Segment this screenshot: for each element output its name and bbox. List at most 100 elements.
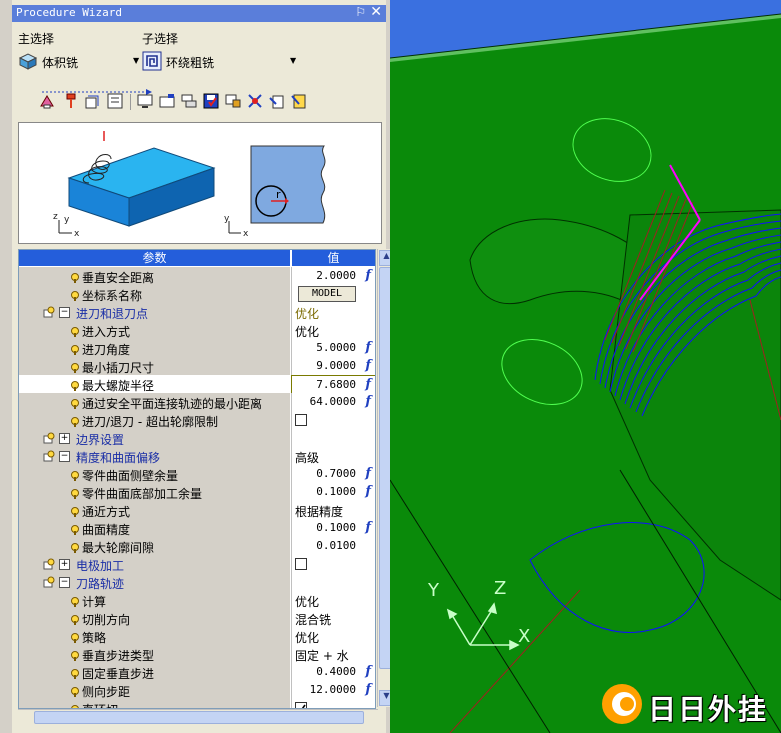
- param-cell[interactable]: 坐标系名称: [19, 285, 290, 304]
- param-value[interactable]: 0.0100: [316, 539, 356, 552]
- scissors-icon[interactable]: [290, 92, 308, 110]
- param-value[interactable]: 0.4000: [316, 665, 356, 678]
- param-cell[interactable]: 策略: [19, 627, 290, 646]
- value-cell[interactable]: 根据精度: [291, 501, 375, 520]
- param-cell[interactable]: 零件曲面侧壁余量: [19, 465, 290, 484]
- param-value[interactable]: 0.1000: [316, 521, 356, 534]
- value-cell[interactable]: 0.4000 f: [291, 663, 375, 682]
- param-column-header[interactable]: 参数: [19, 250, 290, 266]
- param-row[interactable]: 通过安全平面连接轨迹的最小距离 64.0000 f: [19, 393, 375, 412]
- checkbox[interactable]: [295, 702, 307, 708]
- group-row[interactable]: + 边界设置: [19, 429, 375, 448]
- param-cell[interactable]: 切削方向: [19, 609, 290, 628]
- pin-icon[interactable]: ⚐: [355, 5, 366, 19]
- param-row[interactable]: 曲面精度 0.1000 f: [19, 519, 375, 538]
- value-cell[interactable]: 高级: [291, 447, 375, 466]
- value-cell[interactable]: 0.7000 f: [291, 465, 375, 484]
- value-cell[interactable]: [291, 411, 375, 430]
- formula-icon[interactable]: f: [365, 377, 371, 392]
- tool-icon[interactable]: [38, 92, 56, 110]
- close-icon[interactable]: ✕: [370, 4, 382, 20]
- value-cell[interactable]: [291, 573, 375, 592]
- value-cell[interactable]: [291, 429, 375, 448]
- formula-icon[interactable]: f: [365, 268, 371, 283]
- param-cell[interactable]: − 刀路轨迹: [19, 573, 290, 592]
- param-cell[interactable]: 垂直安全距离: [19, 267, 290, 286]
- checkbox[interactable]: [295, 558, 307, 570]
- param-cell[interactable]: + 电极加工: [19, 555, 290, 574]
- value-cell[interactable]: 优化: [291, 303, 375, 322]
- expand-icon[interactable]: +: [59, 559, 70, 570]
- value-cell[interactable]: 0.1000 f: [291, 483, 375, 502]
- param-cell[interactable]: 通近方式: [19, 501, 290, 520]
- rotate-icon[interactable]: [246, 92, 264, 110]
- param-row[interactable]: 坐标系名称 MODEL: [19, 285, 375, 304]
- group-row[interactable]: − 进刀和退刀点 优化: [19, 303, 375, 322]
- main-selection-combo[interactable]: 体积铣 ▼: [18, 51, 139, 73]
- horizontal-scrollbar[interactable]: [18, 709, 378, 724]
- formula-icon[interactable]: f: [365, 664, 371, 679]
- save-icon[interactable]: [202, 92, 220, 110]
- param-icon[interactable]: [106, 92, 124, 110]
- param-value[interactable]: 高级: [295, 449, 319, 466]
- param-value[interactable]: 0.7000: [316, 467, 356, 480]
- param-row[interactable]: 固定垂直步进 0.4000 f: [19, 663, 375, 682]
- collapse-icon[interactable]: −: [59, 577, 70, 588]
- param-value[interactable]: 2.0000: [316, 269, 356, 282]
- param-row[interactable]: 垂直安全距离 2.0000 f: [19, 267, 375, 286]
- param-row[interactable]: 进刀角度 5.0000 f: [19, 339, 375, 358]
- formula-icon[interactable]: f: [365, 358, 371, 373]
- expand-icon[interactable]: +: [59, 433, 70, 444]
- group-row[interactable]: + 电极加工: [19, 555, 375, 574]
- formula-icon[interactable]: f: [365, 466, 371, 481]
- formula-icon[interactable]: f: [365, 682, 371, 697]
- param-row[interactable]: 侧向步距 12.0000 f: [19, 681, 375, 700]
- model-button[interactable]: MODEL: [298, 286, 356, 302]
- value-cell[interactable]: 混合铣: [291, 609, 375, 628]
- collapse-icon[interactable]: −: [59, 307, 70, 318]
- param-row[interactable]: 最小插刀尺寸 9.0000 f: [19, 357, 375, 376]
- param-row[interactable]: 通近方式 根据精度: [19, 501, 375, 520]
- param-cell[interactable]: 进刀/退刀 - 超出轮廓限制: [19, 411, 290, 430]
- group-row[interactable]: − 精度和曲面偏移 高级: [19, 447, 375, 466]
- param-cell[interactable]: 侧向步距: [19, 681, 290, 700]
- param-value[interactable]: 64.0000: [310, 395, 356, 408]
- value-cell[interactable]: 优化: [291, 627, 375, 646]
- param-cell[interactable]: − 精度和曲面偏移: [19, 447, 290, 466]
- export-icon[interactable]: [268, 92, 286, 110]
- formula-icon[interactable]: f: [365, 520, 371, 535]
- param-cell[interactable]: 进入方式: [19, 321, 290, 340]
- checkbox[interactable]: [295, 414, 307, 426]
- value-cell[interactable]: 12.0000 f: [291, 681, 375, 700]
- param-value[interactable]: 固定 + 水: [295, 647, 349, 664]
- param-value[interactable]: 0.1000: [316, 485, 356, 498]
- monitor-icon[interactable]: [136, 92, 154, 110]
- param-cell[interactable]: 最大轮廓间隙: [19, 537, 290, 556]
- param-cell[interactable]: 进刀角度: [19, 339, 290, 358]
- value-cell[interactable]: [291, 555, 375, 574]
- param-row[interactable]: 切削方向 混合铣: [19, 609, 375, 628]
- folder-icon[interactable]: [158, 92, 176, 110]
- layers-icon[interactable]: [180, 92, 198, 110]
- param-cell[interactable]: 零件曲面底部加工余量: [19, 483, 290, 502]
- value-cell[interactable]: 5.0000 f: [291, 339, 375, 358]
- value-cell[interactable]: 64.0000 f: [291, 393, 375, 412]
- param-cell[interactable]: 最小插刀尺寸: [19, 357, 290, 376]
- param-row[interactable]: 最大螺旋半径 7.6800 f: [19, 375, 375, 395]
- sub-selection-combo[interactable]: 环绕粗铣 ▼: [142, 51, 302, 73]
- group-row[interactable]: − 刀路轨迹: [19, 573, 375, 592]
- param-cell[interactable]: 曲面精度: [19, 519, 290, 538]
- chevron-down-icon[interactable]: ▼: [290, 56, 296, 65]
- formula-icon[interactable]: f: [365, 340, 371, 355]
- value-cell[interactable]: 2.0000 f: [291, 267, 375, 286]
- toolpath-icon[interactable]: [84, 92, 102, 110]
- param-row[interactable]: 进入方式 优化: [19, 321, 375, 340]
- settings-icon[interactable]: [224, 92, 242, 110]
- param-row[interactable]: 策略 优化: [19, 627, 375, 646]
- param-cell[interactable]: + 边界设置: [19, 429, 290, 448]
- collapse-icon[interactable]: −: [59, 451, 70, 462]
- formula-icon[interactable]: f: [365, 394, 371, 409]
- hscroll-thumb[interactable]: [34, 711, 364, 724]
- param-value[interactable]: 7.6800: [316, 378, 356, 391]
- param-row[interactable]: 计算 优化: [19, 591, 375, 610]
